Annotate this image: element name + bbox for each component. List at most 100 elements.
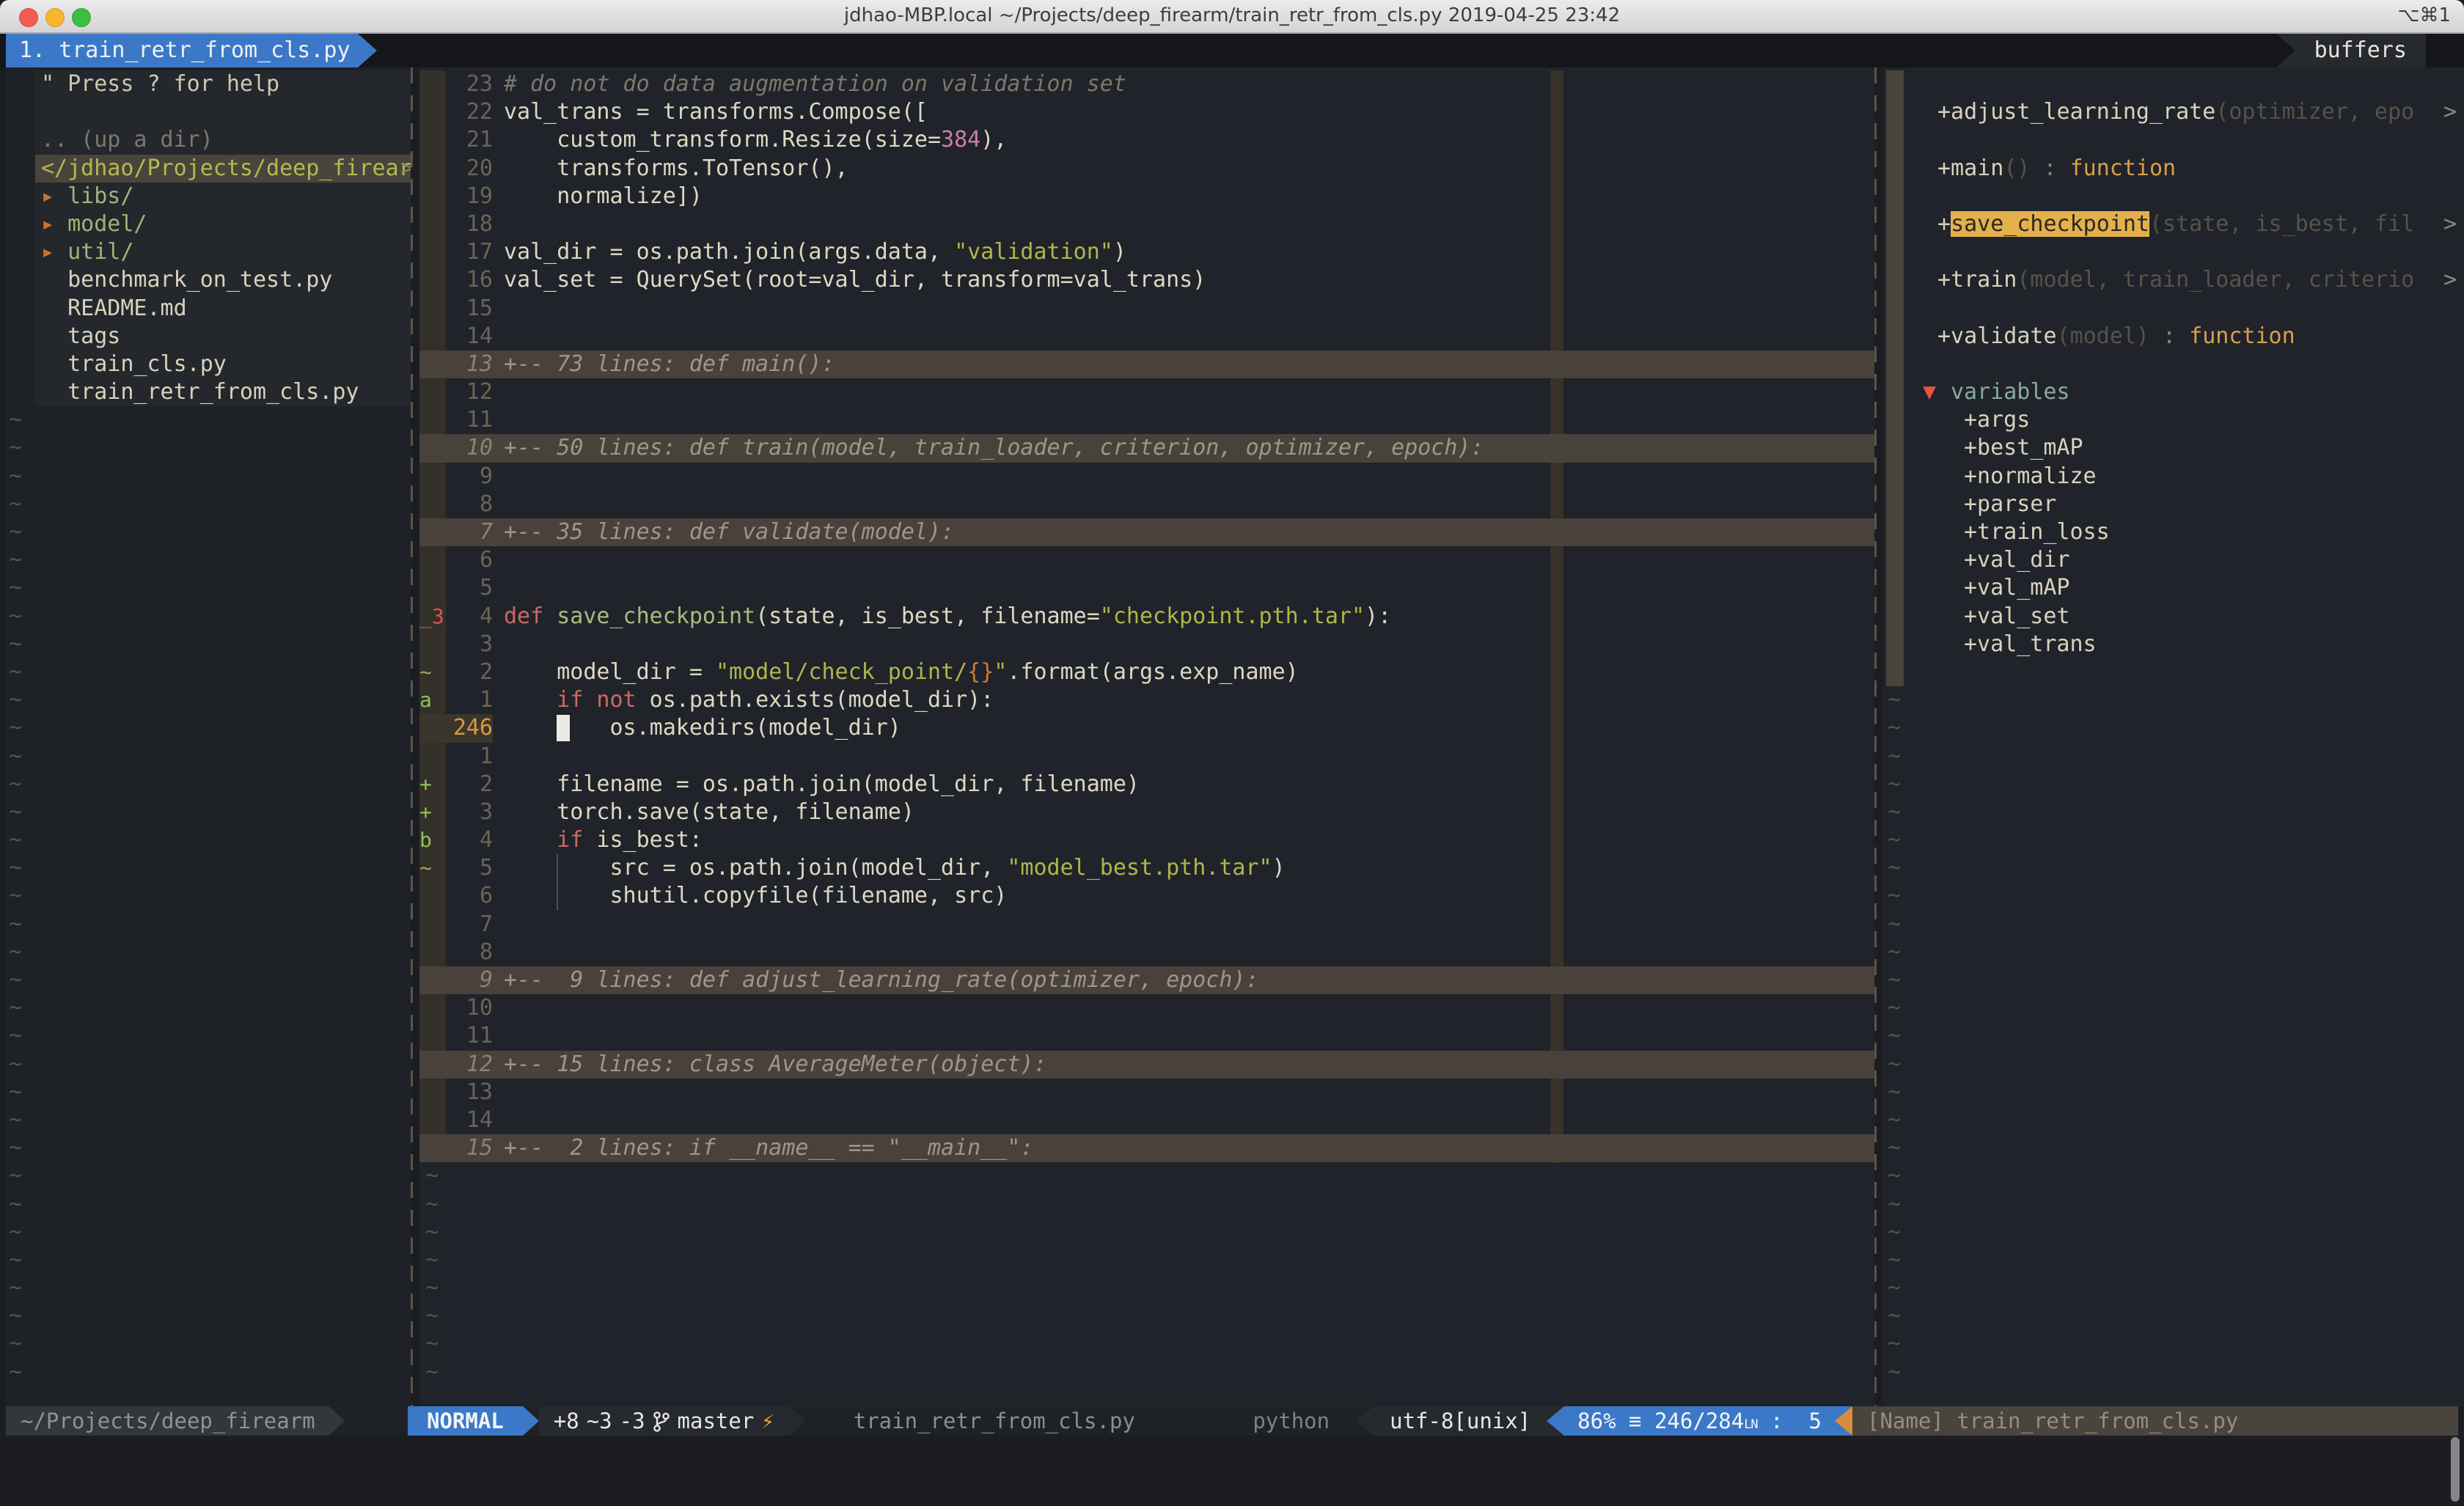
code-line[interactable]: b4 if is_best: xyxy=(419,826,1874,854)
code-token: val_dir = os.path.join(args.data, xyxy=(504,239,954,265)
sign-column: b xyxy=(419,826,446,854)
empty-line-tilde: ~ xyxy=(1888,686,1901,714)
code-line[interactable]: +2 filename = os.path.join(model_dir, fi… xyxy=(419,771,1874,798)
code-line[interactable]: ~5 src = os.path.join(model_dir, "model_… xyxy=(419,854,1874,882)
code-line[interactable]: 13 xyxy=(419,1079,1874,1106)
line-number: 21 xyxy=(446,126,493,154)
tab-active[interactable]: 1. train_retr_from_cls.py xyxy=(6,34,358,67)
code-line[interactable]: 6 xyxy=(419,546,1874,574)
empty-line-tilde: ~ xyxy=(6,574,411,602)
code-line[interactable]: +3 torch.save(state, filename) xyxy=(419,798,1874,826)
gutter-gap xyxy=(493,1106,504,1134)
code-window[interactable]: 23 # do not do data augmentation on vali… xyxy=(419,67,1874,1406)
code-line[interactable]: 16 val_set = QuerySet(root=val_dir, tran… xyxy=(419,266,1874,294)
code-line[interactable]: 9 xyxy=(419,463,1874,491)
empty-line-tilde: ~ xyxy=(6,1274,411,1302)
tagbar-tag-item[interactable]: +save_checkpoint(state, is_best, fil> xyxy=(1883,210,2464,238)
window-separator-left[interactable] xyxy=(411,67,413,1406)
tree-item-file[interactable]: tags xyxy=(35,323,411,350)
code-line[interactable]: 22 val_trans = transforms.Compose([ xyxy=(419,98,1874,126)
code-line[interactable]: 7 +-- 35 lines: def validate(model): xyxy=(419,518,1874,546)
code-line[interactable]: 15 +-- 2 lines: if __name__ == "__main__… xyxy=(419,1134,1874,1162)
tagbar-variable-item[interactable]: +val_dir xyxy=(1883,546,2464,574)
empty-line-tilde: ~ xyxy=(1888,1274,1901,1302)
code-line[interactable]: 15 xyxy=(419,295,1874,323)
tagbar-empty-line: ~ xyxy=(1883,1079,2464,1106)
tagbar-variable-item[interactable]: +args xyxy=(1883,406,2464,434)
tree-item-file[interactable]: train_retr_from_cls.py xyxy=(35,378,411,406)
code-line[interactable]: 23 # do not do data augmentation on vali… xyxy=(419,70,1874,98)
tree-item-file[interactable]: train_cls.py xyxy=(35,350,411,378)
sign-column xyxy=(419,631,446,658)
empty-line-tilde: ~ xyxy=(1888,1219,1901,1246)
tree-item-updir[interactable]: .. (up a dir) xyxy=(35,126,411,154)
code-line[interactable]: 5 xyxy=(419,574,1874,602)
tag-token: +adjust_learning_rate xyxy=(1937,99,2215,125)
tagbar-tag-item[interactable]: +main() : function xyxy=(1883,155,2464,183)
triangle-down-icon: ▼ xyxy=(1923,378,1936,406)
sign-column xyxy=(419,1079,446,1106)
code-line[interactable]: 17 val_dir = os.path.join(args.data, "va… xyxy=(419,238,1874,266)
code-line[interactable]: 20 transforms.ToTensor(), xyxy=(419,155,1874,183)
code-line[interactable]: 12 +-- 15 lines: class AverageMeter(obje… xyxy=(419,1051,1874,1079)
tree-item-dir[interactable]: ▸ libs/ xyxy=(35,183,411,210)
tagbar-tag-item[interactable]: +validate(model) : function xyxy=(1883,323,2464,350)
gutter-gap xyxy=(493,546,504,574)
gutter-gap xyxy=(493,155,504,183)
tree-item-help: " Press ? for help xyxy=(35,70,411,98)
code-line[interactable]: 21 custom_transform.Resize(size=384), xyxy=(419,126,1874,154)
git-removed: -3 xyxy=(620,1406,645,1436)
code-line[interactable]: 12 xyxy=(419,378,1874,406)
code-line[interactable]: 18 xyxy=(419,210,1874,238)
statusline-gap xyxy=(345,1406,408,1436)
code-line[interactable]: 9 +-- 9 lines: def adjust_learning_rate(… xyxy=(419,966,1874,994)
buffers-label[interactable]: buffers xyxy=(2295,34,2426,67)
code-line[interactable]: 8 xyxy=(419,491,1874,518)
code-token: transforms.ToTensor(), xyxy=(504,155,848,181)
empty-line-tilde: ~ xyxy=(6,966,411,994)
line-number: 22 xyxy=(446,98,493,126)
overflow-indicator: > xyxy=(2443,266,2457,294)
empty-line-tilde: ~ xyxy=(6,1022,411,1050)
tree-item-file[interactable]: README.md xyxy=(35,295,411,323)
code-token: ): xyxy=(1365,603,1391,629)
gutter-gap xyxy=(493,70,504,98)
tree-item-dir[interactable]: ▸ util/ xyxy=(35,238,411,266)
code-line[interactable]: 19 normalize]) xyxy=(419,183,1874,210)
tagbar-variable-item[interactable]: +best_mAP xyxy=(1883,434,2464,462)
code-line[interactable]: 246 os.makedirs(model_dir) xyxy=(419,714,1874,742)
tagbar-variable-item[interactable]: +train_loss xyxy=(1883,518,2464,546)
code-line[interactable]: 14 xyxy=(419,1106,1874,1134)
sign-column xyxy=(419,434,446,462)
empty-line-tilde: ~ xyxy=(6,1051,411,1079)
code-line[interactable]: _34 def save_checkpoint(state, is_best, … xyxy=(419,603,1874,631)
code-line[interactable]: 6 shutil.copyfile(filename, src) xyxy=(419,882,1874,910)
code-line[interactable]: 1 xyxy=(419,743,1874,771)
code-line[interactable]: 7 xyxy=(419,911,1874,939)
code-line[interactable]: 8 xyxy=(419,939,1874,966)
code-line[interactable]: 11 xyxy=(419,406,1874,434)
tree-item-file[interactable]: benchmark_on_test.py xyxy=(35,266,411,294)
tree-item-dir[interactable]: ▸ model/ xyxy=(35,210,411,238)
tagbar-tag-item[interactable]: +adjust_learning_rate(optimizer, epo> xyxy=(1883,98,2464,126)
code-line[interactable]: 10 +-- 50 lines: def train(model, train_… xyxy=(419,434,1874,462)
code-line[interactable]: ~2 model_dir = "model/check_point/{}".fo… xyxy=(419,658,1874,686)
code-line[interactable]: 13 +-- 73 lines: def main(): xyxy=(419,350,1874,378)
code-line[interactable]: 14 xyxy=(419,323,1874,350)
tagbar-variable-item[interactable]: +normalize xyxy=(1883,463,2464,491)
sign-column xyxy=(419,295,446,323)
tagbar-variable-item[interactable]: +val_mAP xyxy=(1883,574,2464,602)
window-separator-right[interactable] xyxy=(1874,67,1877,1406)
code-line[interactable]: a1 if not os.path.exists(model_dir): xyxy=(419,686,1874,714)
code-token: " xyxy=(994,659,1007,685)
tagbar-scope-variables[interactable]: ▼variables xyxy=(1883,378,2464,406)
tagbar-tag-item[interactable]: +train(model, train_loader, criterio> xyxy=(1883,266,2464,294)
tree-item-root[interactable]: </jdhao/Projects/deep_firear> xyxy=(35,155,411,183)
code-line[interactable]: 3 xyxy=(419,631,1874,658)
code-line[interactable]: 10 xyxy=(419,994,1874,1022)
tagbar-variable-item[interactable]: +val_trans xyxy=(1883,631,2464,658)
tagbar-variable-item[interactable]: +val_set xyxy=(1883,603,2464,631)
tagbar-variable-item[interactable]: +parser xyxy=(1883,491,2464,518)
code-line[interactable]: 11 xyxy=(419,1022,1874,1050)
scrollbar-thumb[interactable] xyxy=(2451,1437,2460,1502)
